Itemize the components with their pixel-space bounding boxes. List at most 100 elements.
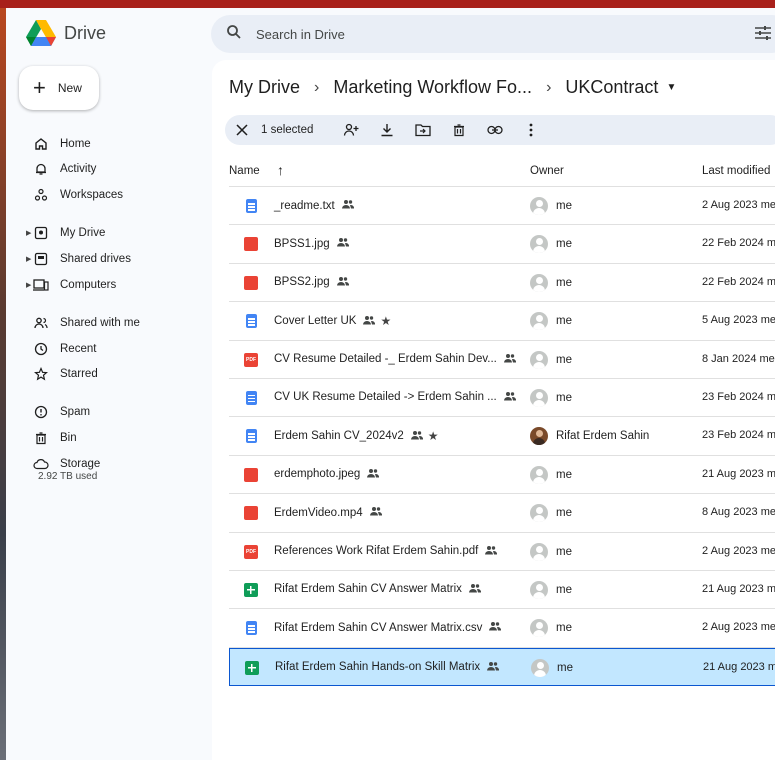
sort-arrow-up-icon[interactable]: ↑ [277,162,284,178]
sidebar-item-shared-with-me[interactable]: Shared with me [6,311,212,335]
table-row[interactable]: PDF References Work Rifat Erdem Sahin.pdf… [229,533,775,571]
new-button[interactable]: + New [19,66,99,110]
avatar [530,388,548,407]
table-row[interactable]: _readme.txt me 2 Aug 2023 me [229,187,775,226]
file-name-cell[interactable]: _readme.txt [274,199,354,212]
file-name-cell[interactable]: References Work Rifat Erdem Sahin.pdf [274,545,498,558]
file-name: CV UK Resume Detailed -> Erdem Sahin ... [274,391,497,404]
pdf-file-icon: PDF [244,544,258,559]
caret-down-icon[interactable]: ▼ [666,82,676,93]
window-top-edge [0,0,775,8]
chevron-right-icon: › [546,78,552,96]
file-name-cell[interactable]: BPSS2.jpg [274,276,349,289]
sidebar-item-starred[interactable]: Starred [6,362,212,386]
expand-caret-icon[interactable]: ▶ [26,281,31,289]
file-name-cell[interactable]: Rifat Erdem Sahin CV Answer Matrix [274,583,481,596]
computer-icon [33,277,49,293]
google-docs-icon [246,390,257,405]
sidebar-item-workspaces[interactable]: Workspaces [6,183,212,207]
owner-cell: me [530,235,572,254]
owner-name: me [556,468,572,481]
owner-cell: me [530,580,572,599]
last-modified-cell: 2 Aug 2023 me [702,621,775,634]
shared-people-icon [363,315,376,328]
sidebar-item-label: Starred [60,368,98,380]
copy-link-button[interactable] [477,115,513,145]
clear-selection-button[interactable] [235,124,249,136]
avatar [530,580,548,599]
last-modified-cell: 23 Feb 2024 me [702,390,775,403]
file-name-cell[interactable]: Rifat Erdem Sahin CV Answer Matrix.csv [274,621,502,634]
table-row[interactable]: Erdem Sahin CV_2024v2 ★ Rifat Erdem Sahin 2… [229,417,775,456]
search-icon[interactable] [226,24,242,45]
drive-logo[interactable]: Drive [26,20,106,47]
breadcrumb-marketing-folder[interactable]: Marketing Workflow Fo... [333,77,532,98]
owner-cell: me [530,542,572,561]
last-modified-cell: 2 Aug 2023 me [702,544,775,557]
table-row[interactable]: Rifat Erdem Sahin CV Answer Matrix.csv me… [229,609,775,648]
file-name-cell[interactable]: erdemphoto.jpeg [274,468,380,481]
file-name-cell[interactable]: BPSS1.jpg [274,237,349,250]
table-row[interactable]: erdemphoto.jpeg me 21 Aug 2023 me [229,456,775,495]
table-row[interactable]: BPSS1.jpg me 22 Feb 2024 me [229,225,775,264]
table-row[interactable]: CV UK Resume Detailed -> Erdem Sahin ...… [229,379,775,418]
avatar [530,542,548,561]
logo-text: Drive [64,23,107,43]
column-header-owner[interactable]: Owner [530,165,564,177]
sidebar-item-bin[interactable]: Bin [6,426,212,450]
table-row[interactable]: Rifat Erdem Sahin CV Answer Matrix me 21 A… [229,571,775,610]
sidebar-item-computers[interactable]: ▶ Computers [6,273,212,297]
sidebar-item-spam[interactable]: Spam [6,400,212,424]
search-bar[interactable]: Search in Drive [211,15,775,53]
table-row[interactable]: BPSS2.jpg me 22 Feb 2024 me [229,264,775,303]
sidebar-item-my-drive[interactable]: ▶ My Drive [6,221,212,245]
table-row[interactable]: ErdemVideo.mp4 me 8 Aug 2023 me [229,494,775,533]
file-name-cell[interactable]: ErdemVideo.mp4 [274,506,382,519]
delete-button[interactable] [441,115,477,145]
breadcrumb: My Drive › Marketing Workflow Fo... › UK… [229,77,676,98]
sidebar-item-label: Home [60,138,91,150]
sidebar-item-home[interactable]: Home [6,132,212,156]
spam-icon [33,404,49,420]
sidebar-item-label: Spam [60,406,91,418]
home-icon [33,136,49,152]
expand-caret-icon[interactable]: ▶ [26,229,31,237]
file-name: BPSS1.jpg [274,237,330,250]
owner-name: me [556,583,572,596]
table-row[interactable]: Rifat Erdem Sahin Hands-on Skill Matrix m… [229,647,775,687]
move-button[interactable] [405,115,441,145]
column-header-name[interactable]: Name [229,165,260,177]
download-button[interactable] [369,115,405,145]
more-actions-button[interactable] [513,115,549,145]
file-name-cell[interactable]: CV Resume Detailed -_ Erdem Sahin Dev... [274,353,516,366]
avatar [530,465,548,484]
search-options-icon[interactable] [755,26,771,45]
owner-cell: me [530,465,572,484]
owner-name: me [556,353,572,366]
expand-caret-icon[interactable]: ▶ [26,255,31,263]
avatar [531,658,549,677]
file-name-cell[interactable]: Erdem Sahin CV_2024v2 ★ [274,429,439,443]
file-name-cell[interactable]: Cover Letter UK ★ [274,314,391,328]
owner-name: me [556,315,572,328]
sidebar-item-shared-drives[interactable]: ▶ Shared drives [6,247,212,271]
breadcrumb-current-folder[interactable]: UKContract [565,77,658,98]
file-name: ErdemVideo.mp4 [274,506,363,519]
sidebar-item-label: Bin [60,432,77,444]
column-header-modified[interactable]: Last modified [702,165,770,177]
file-name-cell[interactable]: CV UK Resume Detailed -> Erdem Sahin ... [274,391,516,404]
sidebar-item-storage[interactable]: Storage [6,452,212,476]
breadcrumb-my-drive[interactable]: My Drive [229,77,300,98]
file-name: _readme.txt [274,199,335,212]
avatar [530,427,548,446]
table-row[interactable]: PDF CV Resume Detailed -_ Erdem Sahin Dev… [229,341,775,379]
sidebar-item-activity[interactable]: Activity [6,157,212,181]
search-input[interactable]: Search in Drive [256,27,345,42]
workspaces-icon [33,187,49,203]
sidebar-item-recent[interactable]: Recent [6,337,212,361]
table-row[interactable]: Cover Letter UK ★ me 5 Aug 2023 me [229,302,775,341]
share-button[interactable] [333,115,369,145]
file-name-cell[interactable]: Rifat Erdem Sahin Hands-on Skill Matrix [275,661,500,674]
image-file-icon [244,467,258,482]
more-vertical-icon [530,123,533,137]
